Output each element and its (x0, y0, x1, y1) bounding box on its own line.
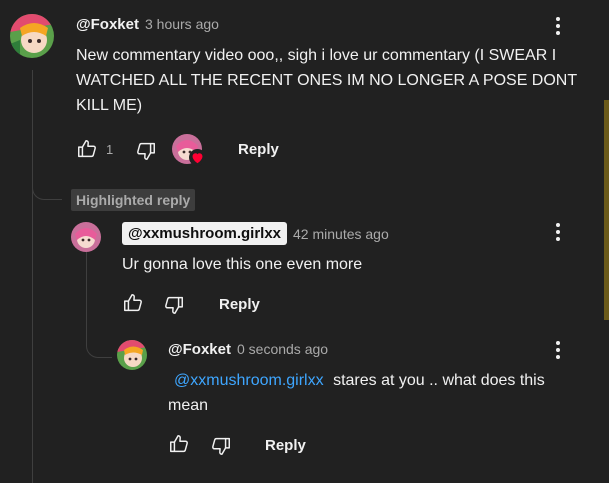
nested-reply-text: @xxmushroom.girlxx stares at you .. what… (168, 368, 568, 418)
thumbs-up-icon (124, 294, 142, 312)
reply-text: Ur gonna love this one even more (122, 256, 363, 273)
comment-header: @Foxket 3 hours ago (76, 16, 219, 33)
thumbs-up-icon (78, 140, 96, 158)
nested-reply-menu-icon[interactable] (549, 339, 567, 361)
avatar[interactable] (117, 340, 147, 370)
comment-text: New commentary video ooo,, sigh i love u… (76, 47, 577, 114)
thread-line-main (32, 70, 33, 483)
dislike-button[interactable] (163, 294, 185, 321)
thumbs-down-icon (212, 437, 230, 455)
reply-author[interactable]: @Foxket (168, 341, 231, 358)
reply-timestamp[interactable]: 42 minutes ago (293, 226, 389, 242)
thread-line-elbow (32, 185, 62, 200)
reply-timestamp[interactable]: 0 seconds ago (237, 341, 328, 357)
thread-line-nested-elbow (86, 320, 112, 358)
creator-heart-badge (172, 134, 206, 168)
comment-menu-icon[interactable] (549, 15, 567, 37)
like-button[interactable] (122, 292, 144, 319)
like-button[interactable] (76, 138, 98, 165)
reply-button[interactable]: Reply (238, 141, 279, 158)
reply-menu-icon[interactable] (549, 221, 567, 243)
comment-timestamp[interactable]: 3 hours ago (145, 16, 219, 32)
thumbs-down-icon (165, 296, 183, 314)
comment-author[interactable]: @Foxket (76, 16, 139, 33)
dislike-button[interactable] (135, 140, 157, 167)
like-button[interactable] (168, 433, 190, 460)
avatar[interactable] (71, 222, 101, 252)
nested-reply-header: @Foxket 0 seconds ago (168, 341, 328, 358)
avatar[interactable] (10, 14, 54, 58)
video-edge-strip (604, 100, 609, 320)
thumbs-down-icon (137, 142, 155, 160)
thread-line-nested (86, 252, 87, 324)
creator-author-chip[interactable]: @xxmushroom.girlxx (122, 222, 288, 245)
reply-header: @xxmushroom.girlxx 42 minutes ago (122, 222, 389, 245)
reply-button[interactable]: Reply (265, 437, 306, 454)
like-count: 1 (106, 142, 114, 157)
thumbs-up-icon (170, 435, 188, 453)
heart-icon (189, 149, 206, 166)
mention-link[interactable]: @xxmushroom.girlxx (174, 372, 324, 389)
reply-button[interactable]: Reply (219, 296, 260, 313)
highlighted-reply-badge: Highlighted reply (71, 189, 196, 211)
dislike-button[interactable] (210, 435, 232, 462)
